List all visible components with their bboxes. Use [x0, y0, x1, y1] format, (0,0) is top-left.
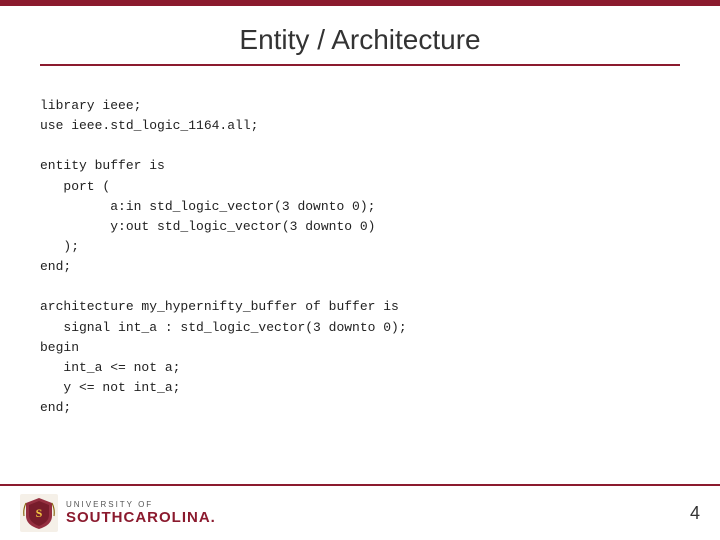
logo-area: S UNIVERSITY OF SOUTHCAROLINA. [20, 494, 216, 532]
logo-text-area: UNIVERSITY OF SOUTHCAROLINA. [66, 500, 216, 526]
south-carolina-label: SOUTHCAROLINA. [66, 509, 216, 526]
svg-text:S: S [36, 506, 43, 520]
content-area: library ieee; use ieee.std_logic_1164.al… [0, 76, 720, 484]
page-number: 4 [690, 503, 700, 524]
title-underline [40, 64, 680, 66]
footer: S UNIVERSITY OF SOUTHCAROLINA. 4 [0, 484, 720, 540]
code-block: library ieee; use ieee.std_logic_1164.al… [40, 96, 680, 418]
title-area: Entity / Architecture [0, 6, 720, 76]
slide-title: Entity / Architecture [40, 24, 680, 56]
university-emblem: S [20, 494, 58, 532]
slide-container: Entity / Architecture library ieee; use … [0, 0, 720, 540]
university-of-label: UNIVERSITY OF [66, 500, 216, 509]
